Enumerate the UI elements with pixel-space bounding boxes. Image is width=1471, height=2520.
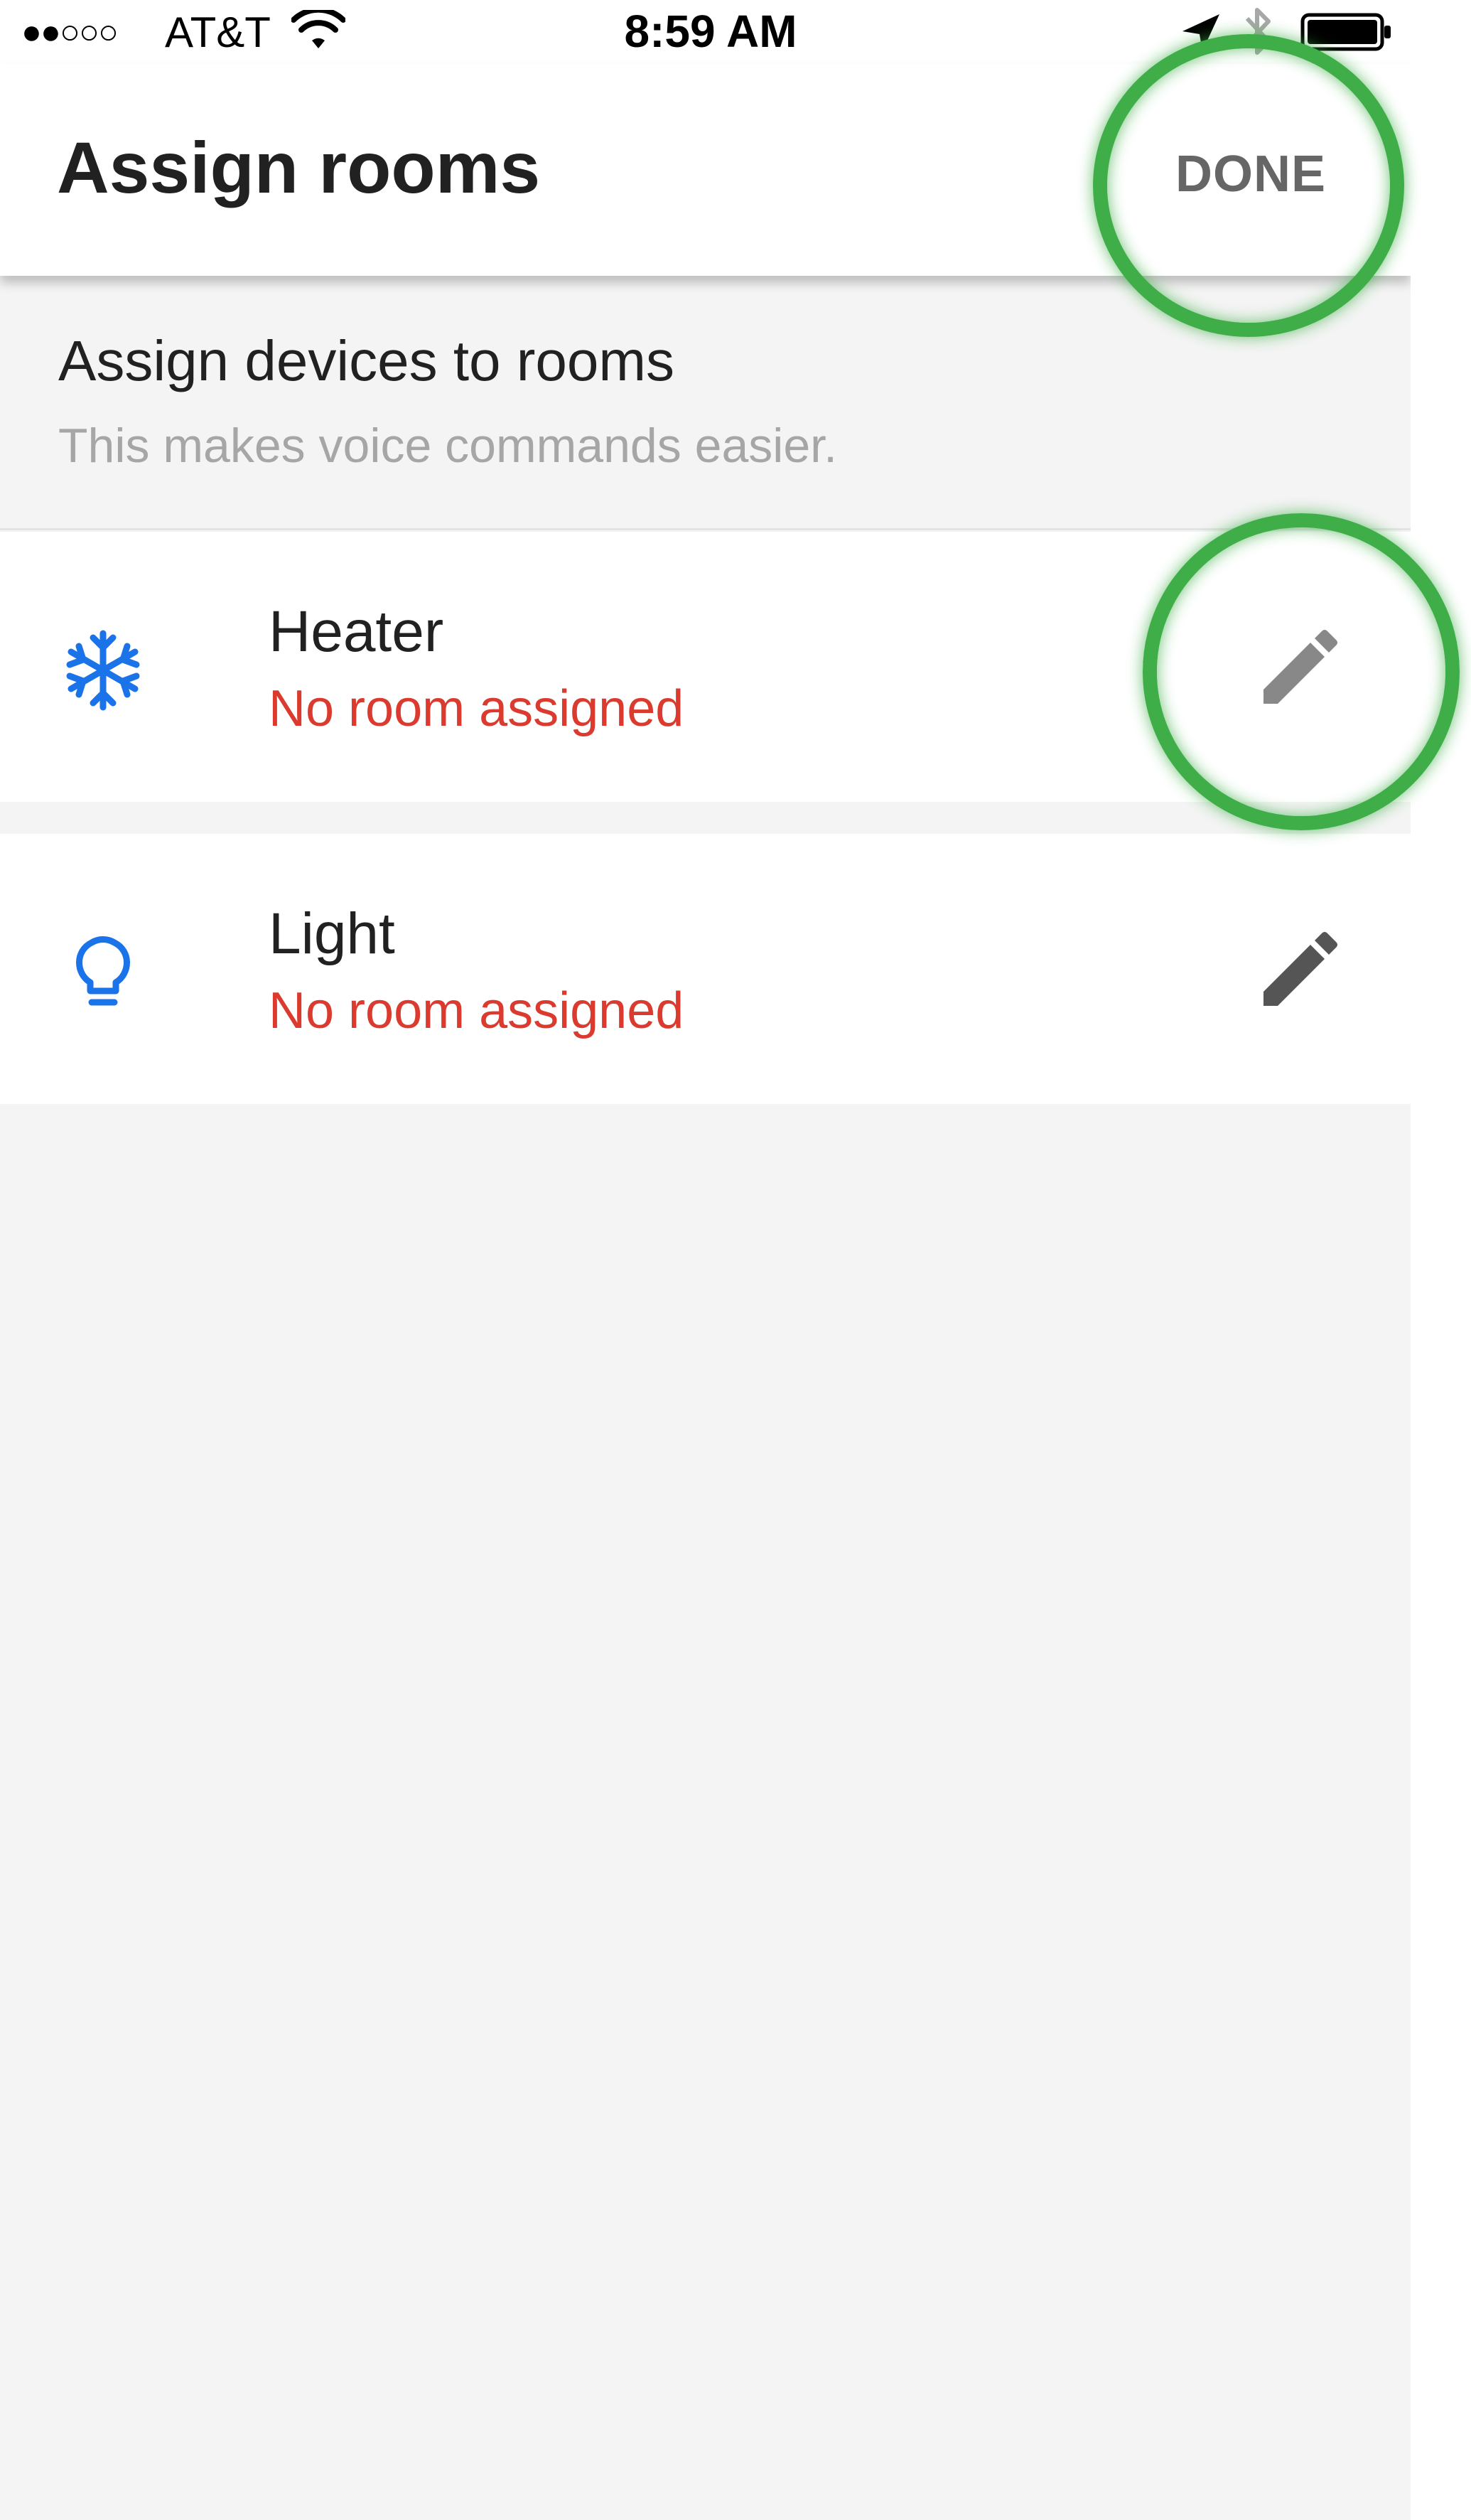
location-arrow-icon bbox=[1182, 14, 1219, 51]
info-heading: Assign devices to rooms bbox=[58, 329, 675, 392]
battery-icon bbox=[1300, 13, 1391, 51]
info-header: Assign devices to rooms This makes voice… bbox=[0, 276, 1411, 530]
lightbulb-icon bbox=[76, 936, 130, 1006]
device-room-status: No room assigned bbox=[269, 680, 684, 737]
device-room-status: No room assigned bbox=[269, 982, 684, 1039]
screen: ●●○○○ AT&T 8:59 AM Assign rooms DONE Ass… bbox=[0, 0, 1471, 2520]
edit-pencil-icon[interactable] bbox=[1251, 926, 1343, 1019]
done-button[interactable]: DONE bbox=[1137, 135, 1364, 213]
snowflake-icon bbox=[66, 630, 140, 711]
edit-pencil-icon[interactable] bbox=[1251, 624, 1343, 717]
bluetooth-icon bbox=[1245, 8, 1271, 55]
content-area: Assign devices to rooms This makes voice… bbox=[0, 276, 1411, 2520]
status-bar: ●●○○○ AT&T 8:59 AM bbox=[0, 0, 1471, 64]
device-row-heater[interactable]: Heater No room assigned bbox=[0, 532, 1411, 802]
page-title: Assign rooms bbox=[57, 127, 541, 208]
device-name: Heater bbox=[269, 599, 444, 664]
info-subtext: This makes voice commands easier. bbox=[58, 419, 837, 473]
right-gutter bbox=[1411, 64, 1471, 2520]
device-row-light[interactable]: Light No room assigned bbox=[0, 834, 1411, 1104]
app-bar: Assign rooms DONE bbox=[0, 64, 1411, 276]
device-name: Light bbox=[269, 901, 395, 966]
